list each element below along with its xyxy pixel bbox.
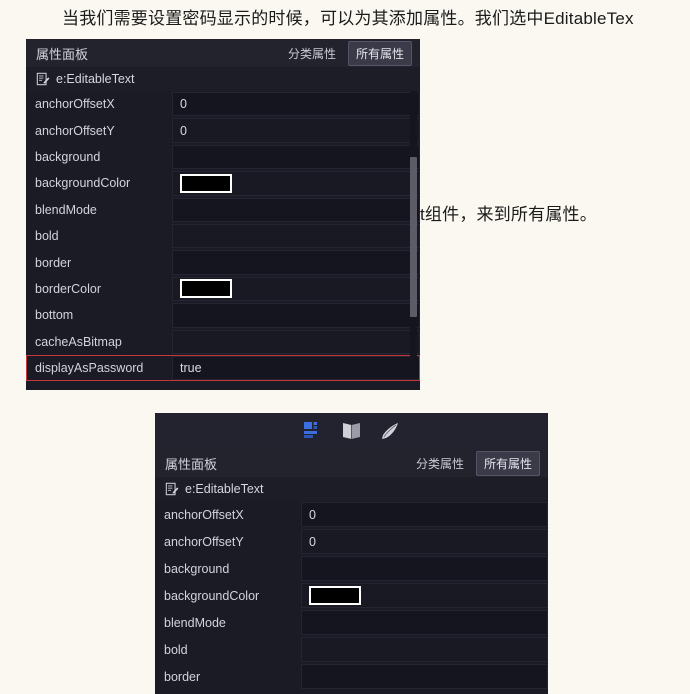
table-row[interactable]: background <box>26 143 420 171</box>
property-panel-bottom: 属性面板 分类属性 所有属性 e:EditableText anchorOffs… <box>155 413 548 694</box>
selection-label: e:EditableText <box>185 482 264 496</box>
panel-header: 属性面板 分类属性 所有属性 <box>155 449 548 477</box>
property-value[interactable]: 0 <box>172 92 420 117</box>
property-value[interactable]: 0 <box>301 529 548 554</box>
property-value[interactable] <box>301 583 548 608</box>
property-name: blendMode <box>155 609 301 636</box>
page-title: 属性面板 <box>36 46 89 62</box>
property-value[interactable]: 0 <box>301 502 548 527</box>
property-value[interactable] <box>172 171 420 196</box>
table-row[interactable]: border <box>26 249 420 276</box>
panel-toolbar <box>155 413 548 449</box>
selection-breadcrumb: e:EditableText <box>26 67 420 91</box>
property-name: bold <box>155 636 301 663</box>
tab-category-properties[interactable]: 分类属性 <box>408 451 472 476</box>
property-name: anchorOffsetX <box>155 501 301 528</box>
property-value[interactable] <box>301 610 548 635</box>
table-row[interactable]: anchorOffsetX 0 <box>26 91 420 118</box>
table-row[interactable]: cacheAsBitmap <box>26 328 420 355</box>
edit-document-icon <box>165 482 179 496</box>
selection-label: e:EditableText <box>56 72 135 86</box>
property-list-bottom: anchorOffsetX 0 anchorOffsetY 0 background ba… <box>155 501 548 690</box>
table-row[interactable]: blendMode <box>155 609 548 636</box>
property-value[interactable] <box>172 276 420 302</box>
table-row[interactable]: background <box>155 555 548 582</box>
page-title: 属性面板 <box>165 456 218 472</box>
table-row[interactable]: anchorOffsetY 0 <box>26 117 420 144</box>
table-row[interactable]: anchorOffsetX 0 <box>155 501 548 528</box>
narration-text-middle: t组件，来到所有属性。 <box>420 205 597 224</box>
property-value[interactable] <box>172 144 420 170</box>
table-row[interactable]: backgroundColor <box>26 170 420 197</box>
property-value[interactable] <box>172 303 420 328</box>
vertical-scrollbar[interactable] <box>410 91 417 364</box>
table-row[interactable]: borderColor <box>26 275 420 303</box>
wing-feather-icon[interactable] <box>379 420 401 442</box>
color-swatch[interactable] <box>309 586 361 605</box>
table-row[interactable]: bottom <box>26 302 420 329</box>
property-value[interactable] <box>172 197 420 222</box>
layout-panel-icon[interactable] <box>303 420 325 442</box>
property-value[interactable] <box>172 329 420 354</box>
book-icon[interactable] <box>341 420 363 442</box>
narration-text-top: 当我们需要设置密码显示的时候，可以为其添加属性。我们选中EditableTex <box>62 9 634 28</box>
property-name: blendMode <box>26 196 172 223</box>
scrollbar-thumb[interactable] <box>410 157 417 317</box>
color-swatch[interactable] <box>180 173 232 193</box>
table-row[interactable]: bold <box>155 636 548 663</box>
edit-document-icon <box>36 72 50 86</box>
property-name: anchorOffsetY <box>155 528 301 555</box>
property-name: borderColor <box>26 275 172 303</box>
table-row[interactable]: backgroundColor <box>155 582 548 609</box>
panel-header: 属性面板 分类属性 所有属性 <box>26 39 420 67</box>
table-row[interactable]: anchorOffsetY 0 <box>155 528 548 555</box>
property-value[interactable] <box>301 637 548 662</box>
table-row[interactable]: blendMode <box>26 196 420 223</box>
color-swatch[interactable] <box>180 279 232 299</box>
property-name: displayAsPassword <box>26 354 172 382</box>
table-row[interactable]: border <box>155 663 548 690</box>
property-name: anchorOffsetX <box>26 91 172 118</box>
property-value[interactable] <box>301 556 548 581</box>
property-value[interactable] <box>172 223 420 249</box>
tab-all-properties[interactable]: 所有属性 <box>347 40 412 66</box>
property-value[interactable] <box>172 250 420 275</box>
property-list-top: anchorOffsetX 0 anchorOffsetY 0 background ba… <box>26 91 420 382</box>
property-name: background <box>155 555 301 582</box>
tab-category-properties[interactable]: 分类属性 <box>280 41 344 66</box>
table-row[interactable]: bold <box>26 222 420 250</box>
property-name: anchorOffsetY <box>26 117 172 144</box>
property-value[interactable]: true <box>172 355 420 381</box>
property-name: bottom <box>26 302 172 329</box>
property-panel-top: 属性面板 分类属性 所有属性 e:EditableText anchorOffs… <box>26 39 420 390</box>
property-value[interactable]: 0 <box>172 118 420 143</box>
property-name: cacheAsBitmap <box>26 328 172 355</box>
table-row[interactable]: displayAsPassword true <box>26 354 420 382</box>
property-name: border <box>26 249 172 276</box>
property-name: bold <box>26 222 172 250</box>
tab-all-properties[interactable]: 所有属性 <box>475 450 540 476</box>
property-name: border <box>155 663 301 690</box>
property-name: background <box>26 143 172 171</box>
property-name: backgroundColor <box>26 170 172 197</box>
selection-breadcrumb: e:EditableText <box>155 477 548 501</box>
property-name: backgroundColor <box>155 582 301 609</box>
property-value[interactable] <box>301 664 548 689</box>
